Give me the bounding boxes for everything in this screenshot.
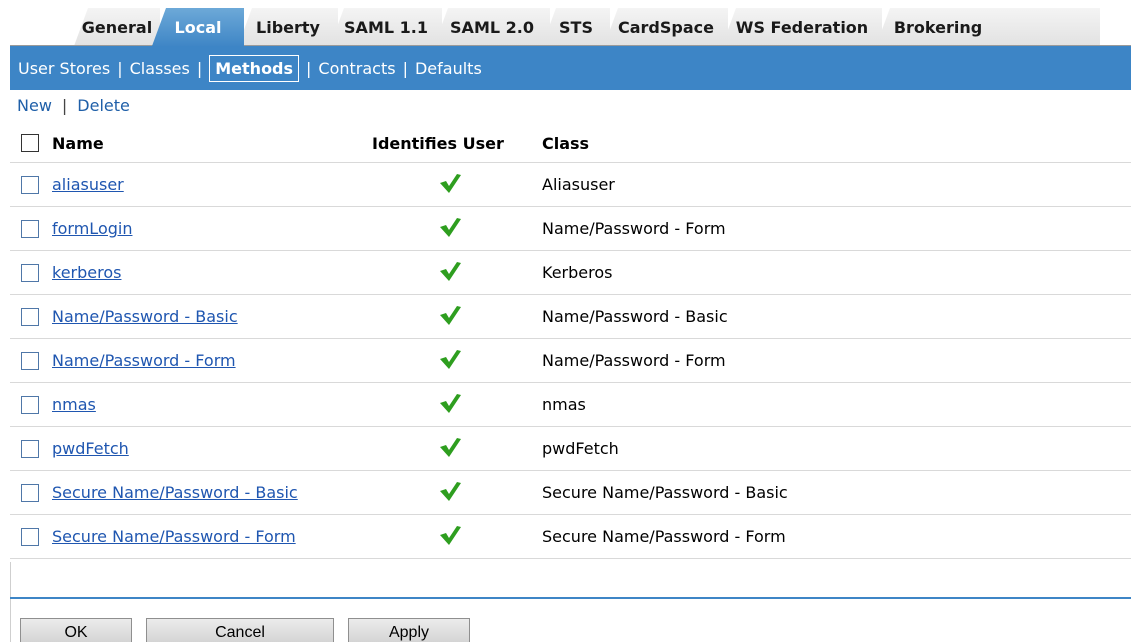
method-name-link[interactable]: aliasuser <box>52 175 124 194</box>
tab-ws-federation[interactable]: WS Federation <box>722 8 882 46</box>
tab-saml-1-1[interactable]: SAML 1.1 <box>330 8 442 46</box>
row-checkbox[interactable] <box>21 484 39 502</box>
subnav-methods[interactable]: Methods <box>209 54 300 82</box>
method-name-link[interactable]: Name/Password - Form <box>52 351 236 370</box>
subnav-classes[interactable]: Classes <box>130 59 190 78</box>
tab-label: Local <box>174 17 222 37</box>
row-checkbox[interactable] <box>21 440 39 458</box>
table-row: Secure Name/Password - Basic Secure Name/… <box>10 471 1131 515</box>
row-checkbox[interactable] <box>21 176 39 194</box>
method-name-cell: Secure Name/Password - Form <box>52 527 296 546</box>
tab-label: General <box>81 17 153 37</box>
method-class-cell: Name/Password - Form <box>542 219 726 238</box>
method-name-cell: aliasuser <box>52 175 124 194</box>
left-border <box>10 562 11 642</box>
row-checkbox[interactable] <box>21 352 39 370</box>
checkmark-icon <box>440 526 461 545</box>
action-separator: | <box>61 95 68 115</box>
method-name-cell: Name/Password - Basic <box>52 307 238 326</box>
method-name-cell: Secure Name/Password - Basic <box>52 483 298 502</box>
method-class-cell: Kerberos <box>542 263 613 282</box>
checkmark-icon <box>440 174 461 193</box>
checkmark-icon <box>440 482 461 501</box>
row-checkbox[interactable] <box>21 308 39 326</box>
tab-cardspace[interactable]: CardSpace <box>604 8 728 46</box>
row-checkbox[interactable] <box>21 220 39 238</box>
tab-bar: General Local Liberty SAML 1.1 SAML 2.0 … <box>10 0 1131 46</box>
tab-label: STS <box>559 17 593 37</box>
tab-label: WS Federation <box>735 17 869 37</box>
tab-label: Brokering <box>893 17 983 37</box>
tab-general[interactable]: General <box>74 8 160 46</box>
checkmark-icon <box>440 350 461 369</box>
method-name-cell: nmas <box>52 395 96 414</box>
methods-table: Name Identifies User Class aliasuser Alia… <box>10 125 1131 559</box>
method-name-link[interactable]: Secure Name/Password - Form <box>52 527 296 546</box>
method-class-cell: Secure Name/Password - Basic <box>542 483 788 502</box>
subnav-separator: | <box>306 58 312 78</box>
method-name-cell: Name/Password - Form <box>52 351 236 370</box>
method-name-link[interactable]: Secure Name/Password - Basic <box>52 483 298 502</box>
row-checkbox[interactable] <box>21 396 39 414</box>
table-row: Secure Name/Password - Form Secure Name/P… <box>10 515 1131 559</box>
select-all-checkbox[interactable] <box>21 134 39 152</box>
method-class-cell: nmas <box>542 395 586 414</box>
subnav-separator: | <box>117 58 123 78</box>
tab-brokering[interactable]: Brokering <box>876 8 1100 46</box>
table-row: Name/Password - Form Name/Password - Form <box>10 339 1131 383</box>
method-name-cell: pwdFetch <box>52 439 129 458</box>
tab-local[interactable]: Local <box>152 8 244 46</box>
table-header: Name Identifies User Class <box>10 125 1131 163</box>
header-name: Name <box>52 134 104 153</box>
method-name-link[interactable]: pwdFetch <box>52 439 129 458</box>
delete-link[interactable]: Delete <box>77 96 130 115</box>
checkmark-icon <box>440 438 461 457</box>
table-row: kerberos Kerberos <box>10 251 1131 295</box>
method-class-cell: pwdFetch <box>542 439 619 458</box>
row-checkbox[interactable] <box>21 264 39 282</box>
table-row: formLogin Name/Password - Form <box>10 207 1131 251</box>
table-row: pwdFetch pwdFetch <box>10 427 1131 471</box>
subnav-separator: | <box>196 58 203 78</box>
method-class-cell: Name/Password - Basic <box>542 307 728 326</box>
header-identifies-user: Identifies User <box>372 134 504 153</box>
checkmark-icon <box>440 394 461 413</box>
tab-label: SAML 2.0 <box>450 17 534 37</box>
checkmark-icon <box>440 306 461 325</box>
subnav-contracts[interactable]: Contracts <box>318 59 395 78</box>
table-row: aliasuser Aliasuser <box>10 163 1131 207</box>
new-link[interactable]: New <box>17 96 52 115</box>
method-name-link[interactable]: formLogin <box>52 219 132 238</box>
method-name-link[interactable]: kerberos <box>52 263 121 282</box>
method-class-cell: Aliasuser <box>542 175 615 194</box>
checkmark-icon <box>440 218 461 237</box>
subnav-separator: | <box>402 58 408 78</box>
cancel-button[interactable]: Cancel <box>146 618 334 642</box>
tab-label: Liberty <box>256 17 320 37</box>
subnav-user-stores[interactable]: User Stores <box>18 59 110 78</box>
table-row: nmas nmas <box>10 383 1131 427</box>
method-name-link[interactable]: Name/Password - Basic <box>52 307 238 326</box>
method-class-cell: Name/Password - Form <box>542 351 726 370</box>
tab-sts[interactable]: STS <box>542 8 610 46</box>
table-row: Name/Password - Basic Name/Password - Bas… <box>10 295 1131 339</box>
tab-label: SAML 1.1 <box>344 17 428 37</box>
method-name-cell: formLogin <box>52 219 132 238</box>
apply-button[interactable]: Apply <box>348 618 470 642</box>
tab-label: CardSpace <box>618 17 714 37</box>
method-class-cell: Secure Name/Password - Form <box>542 527 786 546</box>
method-name-cell: kerberos <box>52 263 121 282</box>
tab-saml-2-0[interactable]: SAML 2.0 <box>434 8 550 46</box>
footer-divider <box>10 597 1131 599</box>
checkmark-icon <box>440 262 461 281</box>
header-class: Class <box>542 134 590 153</box>
action-bar: New | Delete <box>17 94 130 116</box>
sub-navigation: User Stores | Classes | Methods | Contra… <box>10 46 1131 90</box>
method-name-link[interactable]: nmas <box>52 395 96 414</box>
subnav-defaults[interactable]: Defaults <box>415 59 482 78</box>
tab-liberty[interactable]: Liberty <box>238 8 338 46</box>
ok-button[interactable]: OK <box>20 618 132 642</box>
row-checkbox[interactable] <box>21 528 39 546</box>
